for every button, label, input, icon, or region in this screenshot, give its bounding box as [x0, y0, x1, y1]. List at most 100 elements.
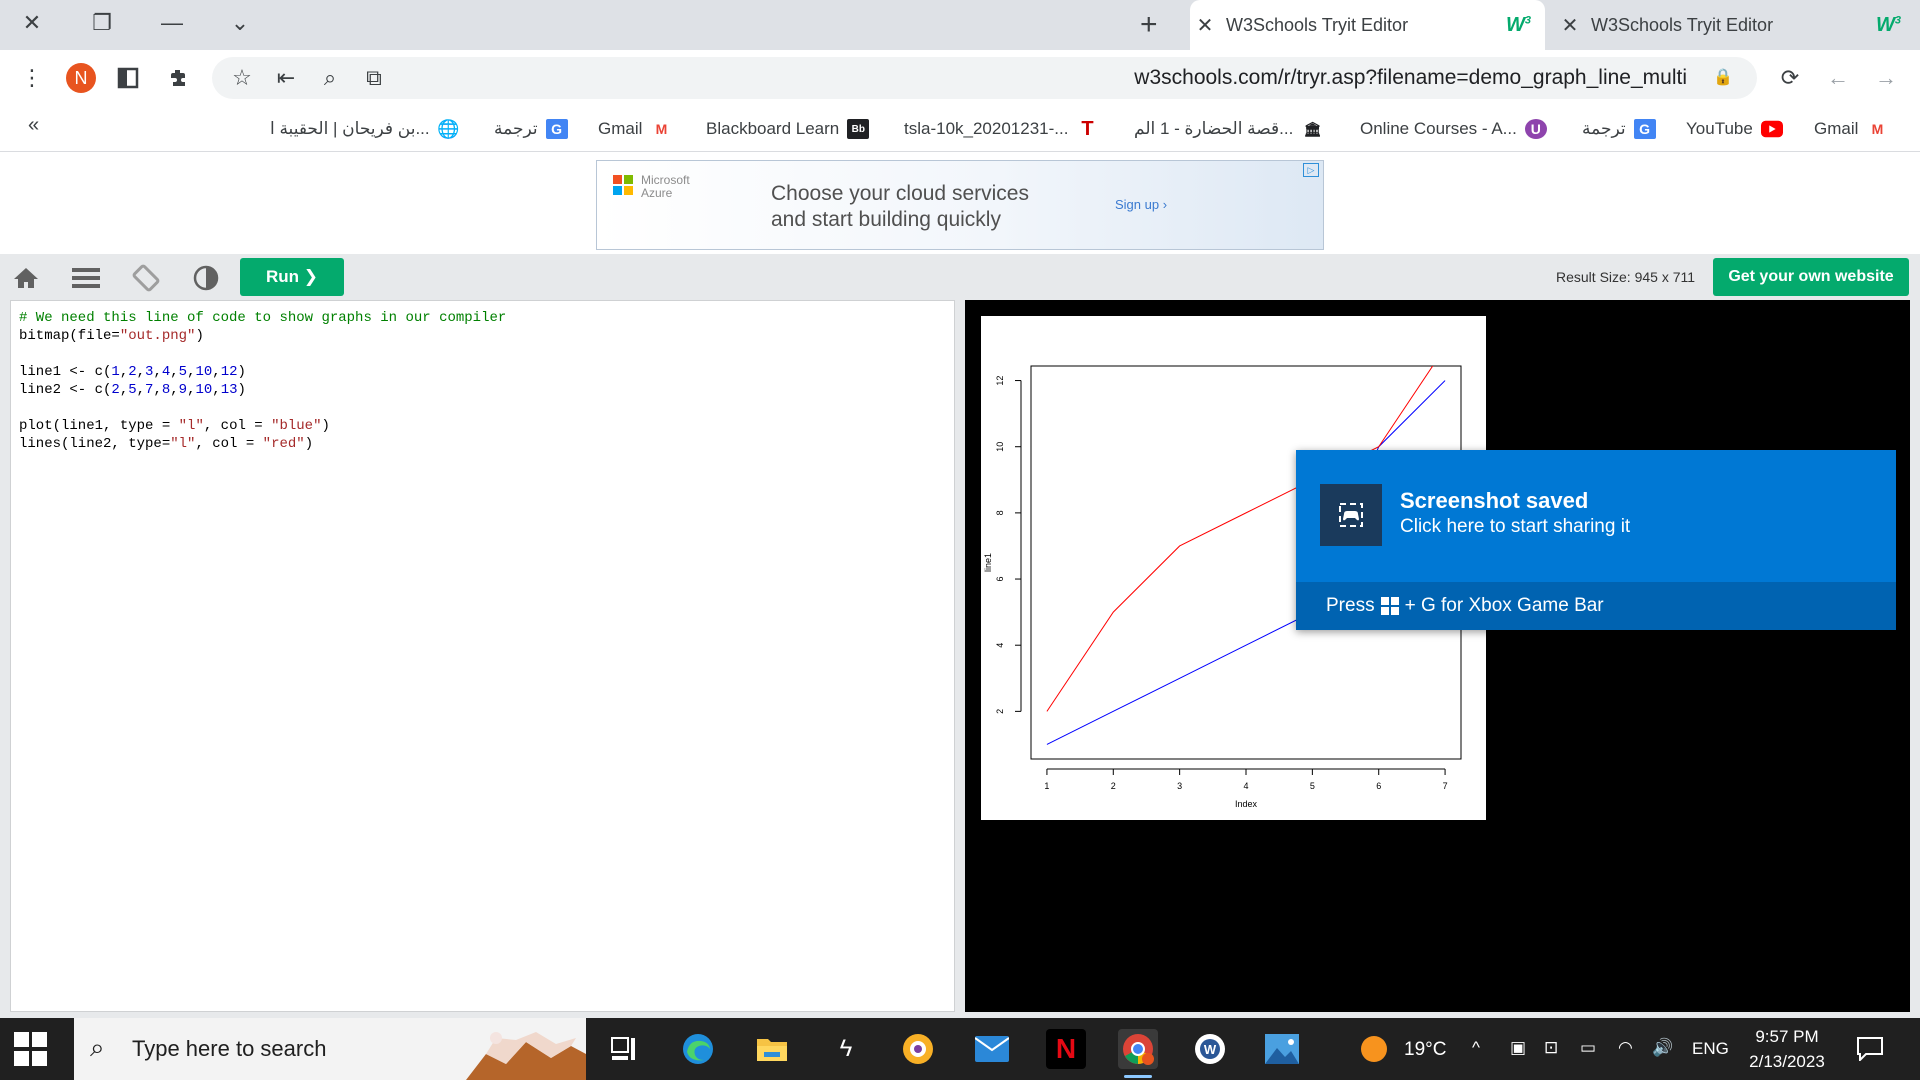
bookmark-star-icon[interactable]: ☆: [224, 60, 260, 96]
weather-sun-icon[interactable]: [1354, 1029, 1394, 1069]
result-frame: 1 2 3 4 5 6 7 2 4 6 8 10 12 Index line1: [965, 300, 1910, 1012]
edge-browser-icon[interactable]: [678, 1029, 718, 1069]
code-line[interactable]: [19, 399, 946, 417]
address-bar[interactable]: ☆ ⇤ ⌕ ⧉ w3schools.com/r/tryr.asp?filenam…: [212, 57, 1757, 99]
show-hidden-icons-chevron-icon[interactable]: ^: [1472, 1038, 1480, 1058]
code-line[interactable]: bitmap(file="out.png"): [19, 327, 946, 345]
new-tab-button[interactable]: +: [1140, 8, 1158, 42]
dark-mode-icon[interactable]: [190, 262, 222, 294]
tab-search-dropdown-icon[interactable]: ⌄: [214, 6, 266, 40]
restore-window-icon[interactable]: ❐: [76, 6, 128, 40]
volume-icon[interactable]: 🔊: [1652, 1038, 1673, 1058]
x-tick-label: 6: [1376, 781, 1381, 791]
brave-browser-icon[interactable]: [898, 1029, 938, 1069]
clock-date: 2/13/2023: [1749, 1052, 1825, 1071]
bookmark-blackboard-learn[interactable]: Blackboard Learn Bb: [706, 114, 870, 144]
search-icon: ⌕: [90, 1032, 105, 1062]
menu-kebab-icon[interactable]: ⋮: [14, 60, 50, 96]
bolt-app-icon[interactable]: ϟ: [826, 1029, 866, 1069]
code-panel: # We need this line of code to show grap…: [0, 300, 965, 1018]
x-tick-label: 5: [1310, 781, 1315, 791]
clock[interactable]: 9:57 PM 2/13/2023: [1732, 1024, 1842, 1074]
ad-headline: Choose your cloud services and start bui…: [771, 181, 1029, 233]
y-axis-label: line1: [983, 553, 993, 572]
close-window-icon[interactable]: ✕: [6, 6, 58, 40]
bookmark-youtube[interactable]: YouTube: [1686, 114, 1783, 144]
y-tick-label: 12: [995, 376, 1005, 386]
code-line[interactable]: # We need this line of code to show grap…: [19, 309, 946, 327]
chrome-browser-icon[interactable]: [1118, 1029, 1158, 1078]
taskbar-search-box[interactable]: ⌕ Type here to search: [74, 1018, 586, 1080]
wifi-icon[interactable]: ◠: [1618, 1038, 1633, 1058]
tab-tryit-editor-2[interactable]: ✕ W3Schools Tryit Editor W3: [1555, 0, 1915, 50]
code-line[interactable]: line2 <- c(2,5,7,8,9,10,13): [19, 381, 946, 399]
notifications-icon[interactable]: [1850, 1029, 1890, 1069]
side-panel-icon[interactable]: [110, 60, 146, 96]
bookmark-online-courses[interactable]: Online Courses - A... U: [1360, 114, 1547, 144]
lock-icon[interactable]: 🔒: [1713, 67, 1733, 87]
translate-page-icon[interactable]: ⧉: [356, 60, 392, 96]
code-editor[interactable]: # We need this line of code to show grap…: [10, 300, 955, 1012]
url-text[interactable]: w3schools.com/r/tryr.asp?filename=demo_g…: [1134, 66, 1687, 90]
language-indicator[interactable]: ENG: [1692, 1039, 1729, 1059]
mail-icon[interactable]: [972, 1029, 1012, 1069]
weather-temperature[interactable]: 19°C: [1404, 1039, 1446, 1061]
microsoft-logo-icon: [613, 175, 633, 195]
code-line[interactable]: line1 <- c(1,2,3,4,5,10,12): [19, 363, 946, 381]
close-tab-icon[interactable]: ✕: [1555, 13, 1585, 38]
translate-icon: G: [1633, 119, 1656, 139]
home-icon[interactable]: [10, 262, 42, 294]
meet-now-icon[interactable]: ▣: [1510, 1038, 1526, 1058]
extensions-icon[interactable]: [160, 60, 196, 96]
run-button[interactable]: Run ❯: [240, 258, 344, 296]
tab-title: W3Schools Tryit Editor: [1591, 14, 1774, 35]
netflix-icon[interactable]: N: [1046, 1029, 1086, 1069]
bookmark-translate[interactable]: ترجمة G: [1582, 114, 1656, 144]
bookmarks-overflow-chevron-icon[interactable]: «: [28, 114, 39, 137]
menu-icon[interactable]: [70, 262, 102, 294]
y-tick-label: 8: [995, 510, 1005, 515]
task-view-icon[interactable]: [604, 1029, 644, 1069]
translate-icon: G: [545, 119, 568, 139]
forward-arrow-icon[interactable]: →: [1868, 60, 1904, 96]
game-bar-capture-icon: [1320, 484, 1382, 546]
xbox-screenshot-notification[interactable]: Screenshot saved Click here to start sha…: [1296, 450, 1896, 630]
x-axis-label: Index: [1235, 799, 1258, 809]
code-line[interactable]: plot(line1, type = "l", col = "blue"): [19, 417, 946, 435]
bookmark-translate-2[interactable]: ترجمة G: [494, 114, 568, 144]
file-explorer-icon[interactable]: [752, 1029, 792, 1069]
back-arrow-icon[interactable]: ←: [1820, 60, 1856, 96]
browser-toolbar: ⋮ N ☆ ⇤ ⌕ ⧉ w3schools.com/r/tryr.asp?fil…: [0, 50, 1920, 106]
y-tick-label: 6: [995, 577, 1005, 582]
youtube-icon: [1760, 119, 1783, 139]
profile-avatar[interactable]: N: [66, 63, 96, 93]
share-icon[interactable]: ⇤: [268, 60, 304, 96]
close-tab-icon[interactable]: ✕: [1190, 13, 1220, 38]
notification-title: Screenshot saved: [1400, 488, 1589, 513]
display-icon[interactable]: ⊡: [1544, 1038, 1558, 1058]
ad-sign-up-link[interactable]: Sign up ›: [1115, 197, 1167, 212]
battery-icon[interactable]: ▭: [1580, 1038, 1596, 1058]
ad-headline-line-1: Choose your cloud services: [771, 182, 1029, 205]
code-line[interactable]: lines(line2, type="l", col = "red"): [19, 435, 946, 453]
reload-icon[interactable]: ⟳: [1772, 60, 1808, 96]
hint-suffix: + G for Xbox Game Bar: [1404, 595, 1604, 616]
bookmark-gmail[interactable]: Gmail M: [1814, 114, 1888, 144]
code-text[interactable]: # We need this line of code to show grap…: [19, 309, 946, 453]
bookmark-gmail-2[interactable]: Gmail M: [598, 114, 672, 144]
rotate-orientation-icon[interactable]: [130, 262, 162, 294]
bookmark-bin-furaihan[interactable]: بن فريحان | الحقيبة ا... 🌐: [270, 114, 460, 144]
get-your-own-website-button[interactable]: Get your own website: [1713, 258, 1909, 296]
word-app-icon[interactable]: W: [1190, 1029, 1230, 1069]
start-button-windows-icon[interactable]: [14, 1032, 48, 1066]
notification-body[interactable]: Screenshot saved Click here to start sha…: [1296, 450, 1896, 582]
minimize-window-icon[interactable]: —: [146, 6, 198, 40]
bookmark-tsla-10k[interactable]: tsla-10k_20201231-... T: [904, 114, 1098, 144]
tab-tryit-editor-1[interactable]: ✕ W3Schools Tryit Editor W3: [1190, 0, 1545, 50]
ad-choices-icon[interactable]: ▷: [1303, 163, 1319, 177]
zoom-search-icon[interactable]: ⌕: [312, 60, 348, 96]
azure-advertisement[interactable]: Microsoft Azure Choose your cloud servic…: [596, 160, 1324, 250]
code-line[interactable]: [19, 345, 946, 363]
photos-app-icon[interactable]: [1262, 1029, 1302, 1069]
bookmark-qissat-alhadara[interactable]: قصة الحضارة - 1 الم... 🏛: [1134, 114, 1323, 144]
